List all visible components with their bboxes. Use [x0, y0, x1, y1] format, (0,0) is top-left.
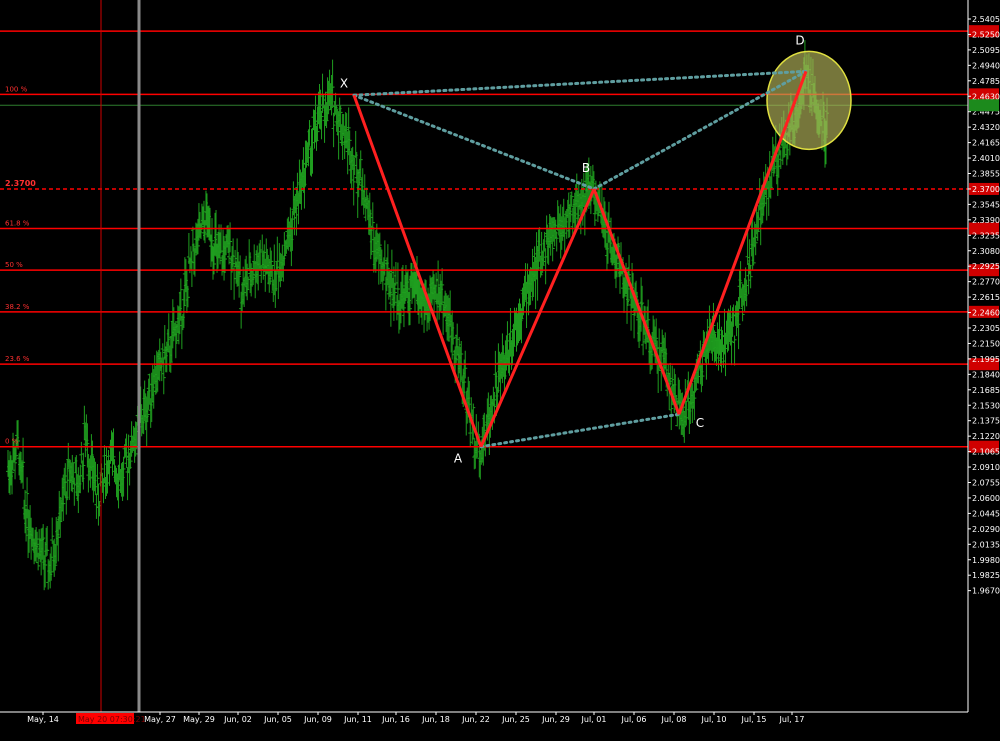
x-tick-label: Jun, 02: [223, 715, 252, 724]
y-tick-label: 2.1065: [972, 448, 1000, 457]
pattern-point-b: B: [582, 161, 590, 175]
x-tick-label: Jun, 11: [343, 715, 372, 724]
level-label-382: 38.2 %: [5, 303, 30, 311]
y-tick-label: 2.0600: [972, 494, 1000, 503]
level-label-dashed: 2.3700: [5, 179, 36, 188]
x-tick-label: Jun, 18: [421, 715, 450, 724]
harmonic-pattern-chart[interactable]: 100 % 2.3700 61.8 % 50 % 38.2 % 23.6 % 0 % May…: [0, 0, 1000, 737]
y-tick-label: 2.3080: [972, 247, 1000, 256]
y-tick-label: 2.0290: [972, 525, 1000, 534]
x-tick-label: Jul, 17: [779, 715, 805, 724]
x-tick-label: Jul, 06: [621, 715, 647, 724]
level-label-100: 100 %: [5, 85, 28, 93]
bid-price-tag: [969, 99, 999, 112]
level-label-0: 0 %: [5, 438, 19, 446]
y-tick-label: 1.9670: [972, 587, 1000, 596]
y-tick-label: 1.9825: [972, 571, 1000, 580]
x-tick-label: Jun, 29: [541, 715, 570, 724]
y-tick-label: 2.1375: [972, 417, 1000, 426]
y-tick-label: 2.4165: [972, 139, 1000, 148]
y-tick-label: 2.4320: [972, 123, 1000, 132]
y-tick-label: 2.3700: [972, 185, 1000, 194]
y-tick-label: 2.3390: [972, 216, 1000, 225]
y-tick-label: 1.9980: [972, 556, 1000, 565]
x-tick-label: Jun, 16: [381, 715, 410, 724]
x-tick-label: Jun, 09: [303, 715, 332, 724]
pattern-point-c: C: [696, 416, 704, 430]
x-tick-label: Jul, 15: [741, 715, 767, 724]
level-label-50: 50 %: [5, 261, 23, 269]
pattern-point-x: X: [340, 76, 348, 90]
y-tick-label: 2.4940: [972, 61, 1000, 70]
y-tick-label: 2.2150: [972, 339, 1000, 348]
y-tick-label: 2.3235: [972, 231, 1000, 240]
y-tick-label: 2.1995: [972, 355, 1000, 364]
y-tick-label: 2.2305: [972, 324, 1000, 333]
crosshair-time-label: May 20 07:30:21: [78, 715, 146, 724]
pattern-point-a: A: [454, 452, 463, 466]
y-tick-label: 2.3855: [972, 170, 1000, 179]
x-tick-label: Jul, 08: [661, 715, 687, 724]
y-tick-label: 2.5095: [972, 46, 1000, 55]
y-tick-label: 2.4785: [972, 77, 1000, 86]
y-tick-label: 2.0910: [972, 463, 1000, 472]
x-tick-label: May, 27: [144, 715, 176, 724]
pattern-point-d: D: [795, 33, 804, 47]
level-label-236: 23.6 %: [5, 355, 30, 363]
prz-highlight: [766, 50, 852, 151]
y-tick-label: 2.0135: [972, 540, 1000, 549]
x-tick-label: Jun, 05: [263, 715, 292, 724]
y-tick-label: 2.2770: [972, 278, 1000, 287]
y-tick-label: 2.1840: [972, 370, 1000, 379]
y-tick-label: 2.2460: [972, 309, 1000, 318]
y-tick-label: 2.3545: [972, 200, 1000, 209]
y-tick-label: 2.1530: [972, 401, 1000, 410]
x-tick-label: Jul, 10: [701, 715, 727, 724]
y-tick-label: 2.0755: [972, 479, 1000, 488]
x-tick-label: Jun, 22: [461, 715, 490, 724]
x-tick-label: May, 29: [183, 715, 215, 724]
y-tick-label: 2.1220: [972, 432, 1000, 441]
y-tick-label: 2.5405: [972, 15, 1000, 24]
y-tick-label: 2.2615: [972, 293, 1000, 302]
x-tick-label: Jun, 25: [501, 715, 530, 724]
y-tick-label: 2.2925: [972, 262, 1000, 271]
chart-svg: 100 % 2.3700 61.8 % 50 % 38.2 % 23.6 % 0 % May…: [0, 0, 1000, 737]
y-tick-label: 2.1685: [972, 386, 1000, 395]
y-tick-label: 2.5250: [972, 30, 1000, 39]
x-tick-label: Jul, 01: [581, 715, 607, 724]
x-tick-label: May, 14: [27, 715, 59, 724]
level-label-618: 61.8 %: [5, 220, 30, 228]
y-tick-label: 2.4010: [972, 154, 1000, 163]
y-tick-label: 2.0445: [972, 509, 1000, 518]
